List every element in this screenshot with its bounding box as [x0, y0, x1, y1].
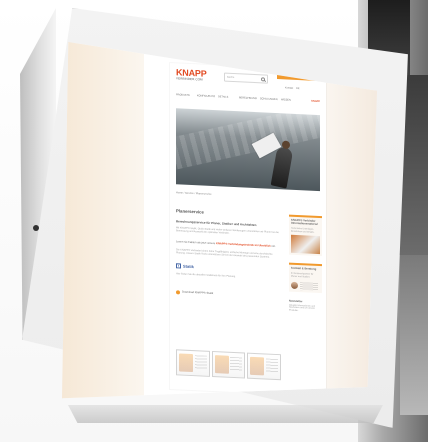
statik-text: Hier finden Sie die aktuellen Statiktool…: [176, 272, 236, 279]
header-links: Kontakt DE: [285, 86, 299, 90]
header-link-contact[interactable]: Kontakt: [285, 86, 293, 89]
sidebar-card-information-title: KNAPP® Verbinder Informationsmaterial: [291, 218, 318, 227]
page-title: Planerservice: [176, 208, 204, 215]
main-content: Planerservice Berechnungsservice für Pla…: [176, 208, 282, 393]
accent-line: Lesen sie Fakten als jetzt unsere KNAPP®…: [176, 241, 282, 249]
product-showcase: KNAPP VERBINDER.COM Suche B2B KUNDENLOGI…: [0, 0, 428, 442]
profile-lines: [300, 281, 318, 291]
sidebar-newsletter-title: Newsletter: [289, 299, 303, 303]
thumbnail-2[interactable]: [211, 350, 246, 379]
statik-heading: Statik: [176, 263, 282, 274]
website-page: KNAPP VERBINDER.COM Suche B2B KUNDENLOGI…: [170, 63, 326, 397]
nav-brand[interactable]: KNAPP: [302, 99, 320, 103]
avatar: [291, 281, 298, 290]
statik-icon: [176, 263, 181, 269]
preview-thumbnails: [176, 349, 282, 381]
search-placeholder: Suche: [227, 75, 235, 80]
header-link-language[interactable]: DE: [296, 87, 299, 90]
accent-highlight-link[interactable]: KNAPP® Verbindungstechnik im Überblick: [216, 243, 271, 249]
sidebar-card-contact-title: Kontakt & Beratung: [291, 267, 317, 272]
breadcrumb: Home / Service / Planerservice: [176, 191, 212, 196]
hero-floor-stripes: [176, 108, 320, 174]
download-label: Download KNAPP® Statik: [182, 290, 214, 296]
accent-prefix: Lesen sie Fakten als jetzt unsere: [176, 240, 217, 246]
sidebar-card-information-image: [291, 235, 320, 255]
nav-calculations[interactable]: BERECHNUNGEN: [239, 96, 257, 100]
tablet-device: KNAPP VERBINDER.COM Suche B2B KUNDENLOGI…: [0, 0, 428, 442]
sidebar-card-contact-text: Ihr Ansprechpartner für Planer und Stati…: [291, 272, 314, 279]
screen-right-background: [319, 42, 377, 399]
paragraph-secondary: Die KNAPP® Verbinder bieten hohe Tragfäh…: [176, 248, 273, 259]
main-navigation: PRODUKTE KONFIGURATOR DETAILS BERECHNUNG…: [176, 93, 320, 103]
sidebar-newsletter-text: Aktuelle Informationen und Neuheiten run…: [289, 304, 316, 313]
statik-label: Statik: [183, 263, 194, 270]
search-icon: [261, 76, 265, 81]
hero-image: [176, 108, 320, 192]
sidebar-profile: [291, 281, 320, 291]
nav-details[interactable]: DETAILS: [218, 95, 236, 99]
tablet-bottom-edge: [68, 405, 383, 423]
intro-text: Mit KNAPP® Statik, Quick-Statik und viel…: [176, 226, 279, 236]
sidebar: KNAPP® Verbinder Informationsmaterial Te…: [289, 214, 322, 392]
search-input[interactable]: Suche: [224, 72, 268, 84]
thumbnail-1[interactable]: [176, 349, 210, 377]
accent-suffix: ein.: [271, 245, 276, 249]
tablet-screen: KNAPP VERBINDER.COM Suche B2B KUNDENLOGI…: [62, 42, 377, 399]
nav-products[interactable]: PRODUKTE: [176, 93, 194, 97]
nav-trainings[interactable]: SCHULUNGEN: [260, 97, 278, 101]
hero-person-figure: [270, 145, 294, 189]
front-camera-icon: [33, 225, 39, 231]
sidebar-card-information-text: Technische Unterlagen, Broschüren und De…: [291, 227, 315, 234]
download-link[interactable]: Download KNAPP® Statik: [176, 289, 282, 299]
thumbnail-3[interactable]: [247, 352, 282, 381]
download-icon: [176, 289, 180, 294]
nav-knowledge[interactable]: WISSEN: [281, 98, 299, 102]
nav-configurator[interactable]: KONFIGURATOR: [197, 94, 215, 98]
sidebar-card-information: KNAPP® Verbinder Informationsmaterial Te…: [289, 214, 322, 257]
brand-logo-sub: VERBINDER.COM: [176, 76, 203, 82]
screen-left-background: [62, 42, 144, 399]
sidebar-card-contact: Kontakt & Beratung Ihr Ansprechpartner f…: [289, 263, 322, 293]
brand-logo[interactable]: KNAPP VERBINDER.COM: [176, 67, 207, 83]
